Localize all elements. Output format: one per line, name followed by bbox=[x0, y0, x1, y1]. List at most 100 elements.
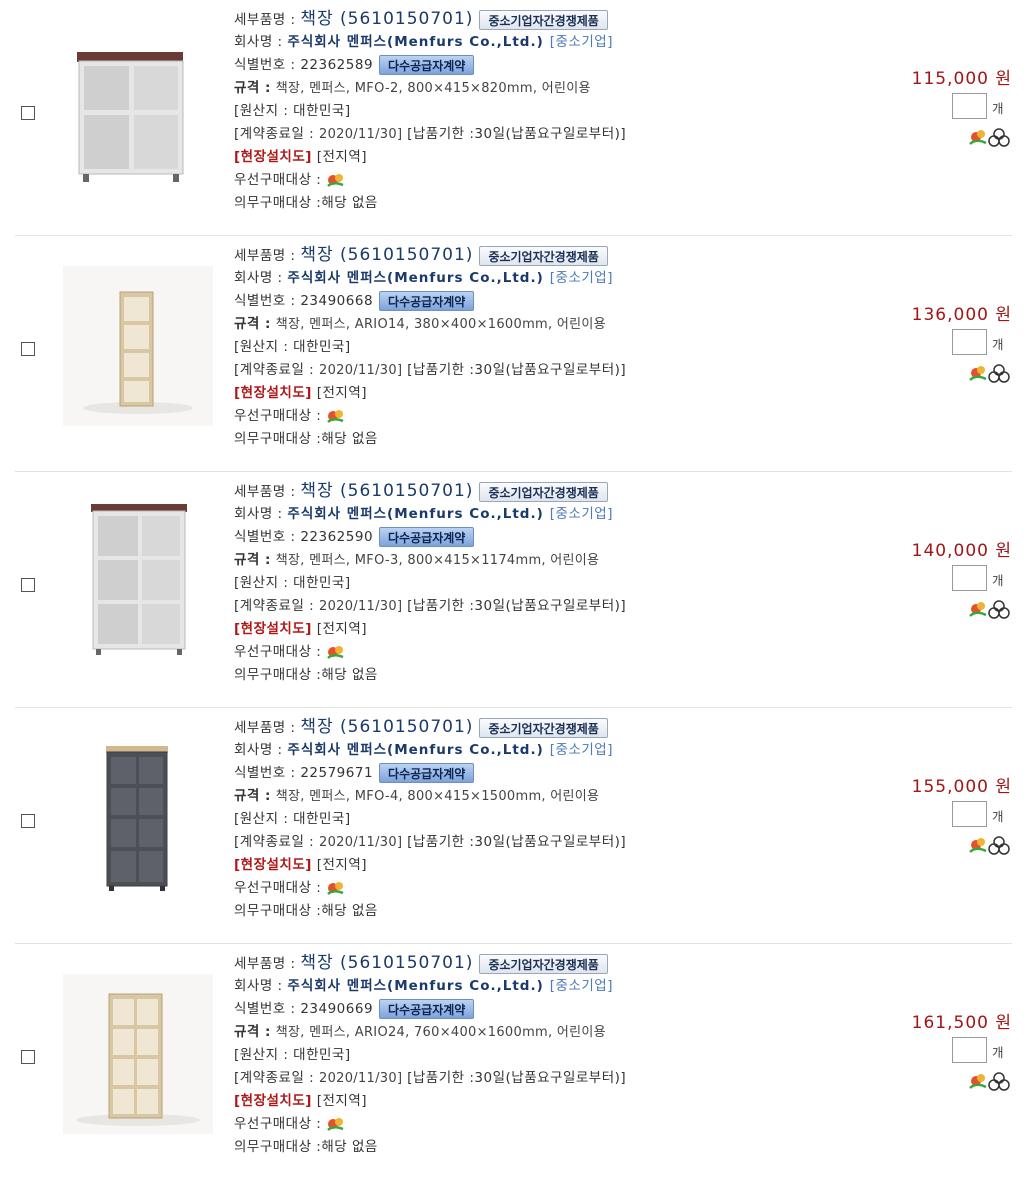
id-number: 23490669 bbox=[300, 1001, 374, 1017]
spec-label: 규격 : bbox=[234, 316, 271, 332]
quantity-unit: 개 bbox=[992, 101, 1004, 116]
product-image[interactable] bbox=[63, 974, 213, 1134]
sme-competition-badge: 중소기업자간경쟁제품 bbox=[479, 482, 608, 502]
contract-end-label: [계약종료일 : bbox=[234, 1070, 315, 1086]
product-image[interactable] bbox=[63, 502, 213, 662]
mandatory-label: 의무구매대상 : bbox=[234, 1139, 322, 1155]
quantity-input[interactable] bbox=[952, 1037, 987, 1063]
mandatory-label: 의무구매대상 : bbox=[234, 667, 322, 683]
company-name[interactable]: 주식회사 멘퍼스(Menfurs Co.,Ltd.) bbox=[287, 978, 543, 994]
mandatory-label: 의무구매대상 : bbox=[234, 431, 322, 447]
install-diagram-link[interactable]: [현장설치도] bbox=[234, 149, 312, 165]
install-diagram-link[interactable]: [현장설치도] bbox=[234, 621, 312, 637]
id-label: 식별번호 : bbox=[234, 293, 296, 309]
mandatory-value: 해당 없음 bbox=[321, 1139, 378, 1155]
contract-end-label: [계약종료일 : bbox=[234, 598, 315, 614]
company-name[interactable]: 주식회사 멘퍼스(Menfurs Co.,Ltd.) bbox=[287, 34, 543, 50]
spec-label: 규격 : bbox=[234, 788, 271, 804]
region: [전지역] bbox=[316, 385, 368, 401]
origin: [원산지 : 대한민국] bbox=[234, 811, 351, 827]
contract-end-value: 2020/11/30] bbox=[319, 363, 403, 378]
quantity-unit: 개 bbox=[992, 337, 1004, 352]
sme-competition-badge: 중소기업자간경쟁제품 bbox=[479, 954, 608, 974]
quantity-unit: 개 bbox=[992, 1045, 1004, 1060]
delivery-term: [납품기한 :30일(납품요구일로부터)] bbox=[407, 362, 627, 378]
quantity-input[interactable] bbox=[952, 93, 987, 119]
priority-label: 우선구매대상 : bbox=[234, 172, 322, 188]
product-list: 세부품명 : 책장 (5610150701) 중소기업자간경쟁제품 회사명 : 주… bbox=[0, 0, 1028, 1180]
select-checkbox[interactable] bbox=[21, 814, 35, 828]
multi-supplier-badge: 다수공급자계약 bbox=[379, 55, 475, 75]
list-item: 세부품명 : 책장 (5610150701) 중소기업자간경쟁제품 회사명 : 주… bbox=[15, 944, 1012, 1180]
contract-end-label: [계약종료일 : bbox=[234, 126, 315, 142]
sme-competition-badge: 중소기업자간경쟁제품 bbox=[479, 718, 608, 738]
install-diagram-link[interactable]: [현장설치도] bbox=[234, 857, 312, 873]
company-label: 회사명 : bbox=[234, 506, 283, 522]
priority-label: 우선구매대상 : bbox=[234, 644, 322, 660]
certification-icons bbox=[969, 836, 1010, 855]
product-name[interactable]: 책장 (5610150701) bbox=[300, 245, 473, 265]
detail-name-label: 세부품명 : bbox=[234, 720, 296, 736]
id-number: 22362590 bbox=[300, 529, 374, 545]
contract-end-value: 2020/11/30] bbox=[319, 835, 403, 850]
mandatory-label: 의무구매대상 : bbox=[234, 903, 322, 919]
sme-competition-badge: 중소기업자간경쟁제품 bbox=[479, 10, 608, 30]
priority-purchase-icon bbox=[327, 882, 344, 895]
product-name[interactable]: 책장 (5610150701) bbox=[300, 953, 473, 973]
company-name[interactable]: 주식회사 멘퍼스(Menfurs Co.,Ltd.) bbox=[287, 270, 543, 286]
select-checkbox[interactable] bbox=[21, 106, 35, 120]
region: [전지역] bbox=[316, 621, 368, 637]
multi-supplier-badge: 다수공급자계약 bbox=[379, 763, 475, 783]
quantity-input[interactable] bbox=[952, 329, 987, 355]
company-name[interactable]: 주식회사 멘퍼스(Menfurs Co.,Ltd.) bbox=[287, 742, 543, 758]
detail-name-label: 세부품명 : bbox=[234, 956, 296, 972]
priority-purchase-icon bbox=[327, 174, 344, 187]
spec-value: 책장, 멘퍼스, MFO-4, 800×415×1500mm, 어린이용 bbox=[275, 789, 600, 804]
product-image[interactable] bbox=[63, 30, 213, 190]
install-diagram-link[interactable]: [현장설치도] bbox=[234, 1093, 312, 1109]
sme-competition-badge: 중소기업자간경쟁제품 bbox=[479, 246, 608, 266]
price: 136,000 원 bbox=[911, 305, 1012, 325]
delivery-term: [납품기한 :30일(납품요구일로부터)] bbox=[407, 126, 627, 142]
select-checkbox[interactable] bbox=[21, 578, 35, 592]
id-number: 22579671 bbox=[300, 765, 374, 781]
spec-label: 규격 : bbox=[234, 552, 271, 568]
quantity-input[interactable] bbox=[952, 565, 987, 591]
detail-name-label: 세부품명 : bbox=[234, 248, 296, 264]
contract-end-label: [계약종료일 : bbox=[234, 834, 315, 850]
certification-icons bbox=[969, 128, 1010, 147]
install-diagram-link[interactable]: [현장설치도] bbox=[234, 385, 312, 401]
region: [전지역] bbox=[316, 1093, 368, 1109]
price: 115,000 원 bbox=[911, 69, 1012, 89]
product-image[interactable] bbox=[63, 738, 213, 898]
certification-icons bbox=[969, 600, 1010, 619]
price: 161,500 원 bbox=[911, 1013, 1012, 1033]
detail-name-label: 세부품명 : bbox=[234, 484, 296, 500]
priority-purchase-icon bbox=[327, 646, 344, 659]
id-label: 식별번호 : bbox=[234, 57, 296, 73]
quantity: 개 bbox=[952, 565, 1012, 593]
select-checkbox[interactable] bbox=[21, 342, 35, 356]
contract-end-value: 2020/11/30] bbox=[319, 599, 403, 614]
sme-tag: [중소기업] bbox=[549, 34, 613, 50]
company-name[interactable]: 주식회사 멘퍼스(Menfurs Co.,Ltd.) bbox=[287, 506, 543, 522]
contract-end-value: 2020/11/30] bbox=[319, 1071, 403, 1086]
spec-label: 규격 : bbox=[234, 80, 271, 96]
quantity-input[interactable] bbox=[952, 801, 987, 827]
company-label: 회사명 : bbox=[234, 34, 283, 50]
price: 155,000 원 bbox=[911, 777, 1012, 797]
product-image[interactable] bbox=[63, 266, 213, 426]
select-checkbox[interactable] bbox=[21, 1050, 35, 1064]
spec-value: 책장, 멘퍼스, MFO-3, 800×415×1174mm, 어린이용 bbox=[275, 553, 600, 568]
origin: [원산지 : 대한민국] bbox=[234, 103, 351, 119]
priority-purchase-icon bbox=[327, 1118, 344, 1131]
quantity: 개 bbox=[952, 801, 1012, 829]
certification-icons bbox=[969, 1072, 1010, 1091]
product-name[interactable]: 책장 (5610150701) bbox=[300, 9, 473, 29]
spec-value: 책장, 멘퍼스, MFO-2, 800×415×820mm, 어린이용 bbox=[275, 81, 591, 96]
quantity: 개 bbox=[952, 329, 1012, 357]
company-label: 회사명 : bbox=[234, 742, 283, 758]
product-name[interactable]: 책장 (5610150701) bbox=[300, 481, 473, 501]
region: [전지역] bbox=[316, 857, 368, 873]
product-name[interactable]: 책장 (5610150701) bbox=[300, 717, 473, 737]
